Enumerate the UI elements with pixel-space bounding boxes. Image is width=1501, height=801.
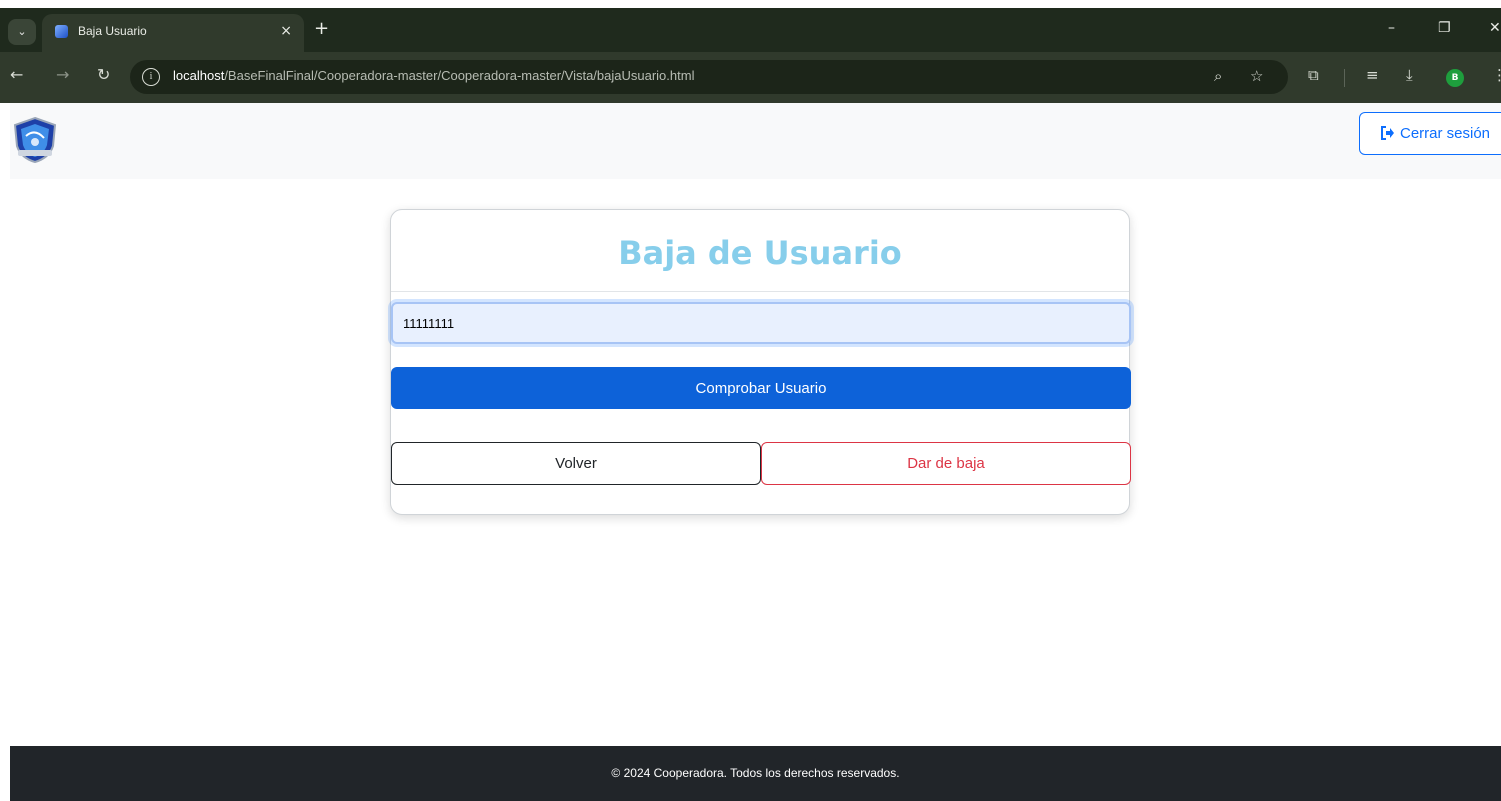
url-host: localhost xyxy=(173,68,225,83)
shield-logo-icon[interactable] xyxy=(12,116,58,164)
url-path: /BaseFinalFinal/Cooperadora-master/Coope… xyxy=(224,68,695,83)
web-page: Cerrar sesión Baja de Usuario Comprobar … xyxy=(10,103,1501,801)
deregister-button[interactable]: Dar de baja xyxy=(761,442,1131,485)
url-text[interactable]: localhost/BaseFinalFinal/Cooperadora-mas… xyxy=(173,68,694,83)
minimize-icon[interactable]: – xyxy=(1388,20,1395,36)
close-icon[interactable]: ✕ xyxy=(1489,20,1501,36)
site-info-icon[interactable]: i xyxy=(142,68,160,86)
logout-button[interactable]: Cerrar sesión xyxy=(1359,112,1501,155)
forward-icon[interactable]: → xyxy=(56,65,69,84)
menu-icon[interactable]: ⋮ xyxy=(1492,66,1501,84)
reload-icon[interactable]: ↻ xyxy=(97,65,110,84)
back-icon[interactable]: ← xyxy=(10,65,23,84)
check-user-button[interactable]: Comprobar Usuario xyxy=(391,367,1131,409)
toolbar-divider xyxy=(1344,69,1345,87)
tab-strip: ⌄ Baja Usuario × + – ❐ ✕ xyxy=(0,8,1501,52)
logout-icon xyxy=(1381,126,1394,140)
footer-copyright: © 2024 Cooperadora. Todos los derechos r… xyxy=(611,766,900,780)
browser-window: ⌄ Baja Usuario × + – ❐ ✕ ← → ↻ i localho… xyxy=(0,8,1501,801)
new-tab-icon[interactable]: + xyxy=(314,19,329,39)
page-title: Baja de Usuario xyxy=(618,234,902,272)
tab-search-icon[interactable]: ⌄ xyxy=(8,19,36,45)
site-footer: © 2024 Cooperadora. Todos los derechos r… xyxy=(10,746,1501,801)
user-id-input[interactable] xyxy=(391,302,1131,344)
browser-tab[interactable]: Baja Usuario × xyxy=(42,14,304,52)
deregister-user-card: Baja de Usuario Comprobar Usuario Volver… xyxy=(390,209,1131,515)
logout-label: Cerrar sesión xyxy=(1400,125,1491,142)
tab-title: Baja Usuario xyxy=(78,24,147,38)
tab-favicon-icon xyxy=(55,25,68,38)
bookmark-star-icon[interactable]: ☆ xyxy=(1250,67,1263,85)
reading-list-icon[interactable]: ≡ xyxy=(1366,66,1379,84)
tab-close-icon[interactable]: × xyxy=(280,23,292,39)
back-button[interactable]: Volver xyxy=(391,442,761,485)
zoom-icon[interactable]: ⌕ xyxy=(1214,67,1222,85)
extensions-icon[interactable]: ⧉ xyxy=(1308,66,1319,84)
card-divider xyxy=(391,291,1129,292)
restore-icon[interactable]: ❐ xyxy=(1438,20,1451,36)
browser-toolbar: ← → ↻ i localhost/BaseFinalFinal/Coopera… xyxy=(0,52,1501,103)
download-icon[interactable]: ⤓ xyxy=(1406,66,1413,84)
profile-avatar[interactable]: B xyxy=(1446,69,1464,87)
address-bar[interactable]: i localhost/BaseFinalFinal/Cooperadora-m… xyxy=(130,60,1288,94)
site-header: Cerrar sesión xyxy=(10,103,1501,179)
